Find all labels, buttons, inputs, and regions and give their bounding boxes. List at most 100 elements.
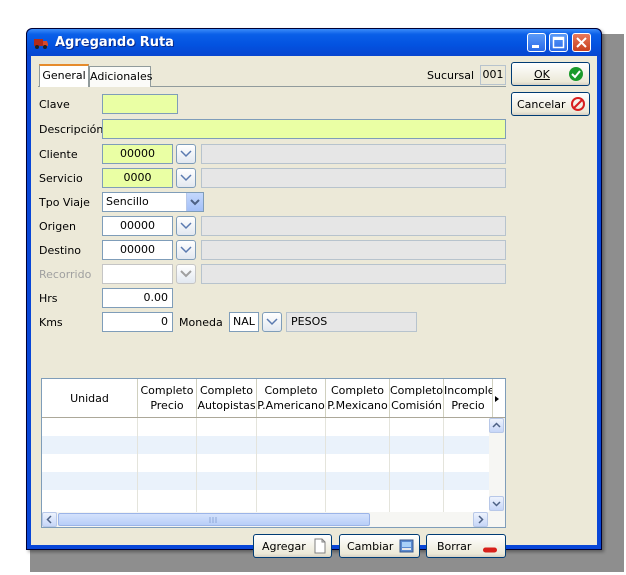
cambiar-button-label: Cambiar [347,540,394,553]
recorrido-input [102,264,173,284]
column-header-label: Unidad [70,392,109,405]
new-document-icon [313,538,327,557]
column-header-sublabel: Precio [150,399,184,412]
tpo-viaje-label: Tpo Viaje [39,196,90,209]
table-row[interactable] [42,418,489,436]
destino-description [201,240,506,260]
recorrido-description [201,264,506,284]
tab-general[interactable]: General [39,64,89,87]
servicio-input[interactable]: 0000 [102,168,173,188]
column-header-completo-comision[interactable]: Completo Comisión [390,379,444,417]
column-header-completo-precio[interactable]: Completo Precio [138,379,197,417]
moneda-input[interactable]: NAL [229,312,259,332]
grid-divider [137,418,138,512]
column-header-label: Completo [264,384,318,397]
column-header-label: Incomple [444,384,493,397]
kms-input[interactable]: 0 [102,312,173,332]
title-bar[interactable]: Agregando Ruta [27,29,601,56]
servicio-lookup-button[interactable] [176,168,196,188]
origen-input[interactable]: 00000 [102,216,173,236]
grid-divider [389,418,390,512]
dropdown-arrow-icon[interactable] [186,193,203,211]
destino-input[interactable]: 00000 [102,240,173,260]
clave-label: Clave [39,98,70,111]
rates-grid[interactable]: Unidad Completo Precio Completo Autopist… [41,378,506,528]
column-header-sublabel: Autopistas [197,399,256,412]
kms-label: Kms [39,316,63,329]
column-header-completo-pamericano[interactable]: Completo P.Americano [257,379,326,417]
column-header-unidad[interactable]: Unidad [42,379,138,417]
column-header-incompleto-precio[interactable]: Incomple Precio [444,379,493,417]
minimize-button[interactable] [527,33,546,52]
hrs-input[interactable]: 0.00 [102,288,173,308]
maximize-button[interactable] [549,33,568,52]
tpo-viaje-select[interactable]: Sencillo [102,192,204,212]
origen-lookup-button[interactable] [176,216,196,236]
grid-divider [196,418,197,512]
sucursal-value: 001 [480,65,506,85]
grid-divider [443,418,444,512]
borrar-button[interactable]: Borrar [426,534,506,558]
destino-lookup-button[interactable] [176,240,196,260]
clave-input[interactable] [102,94,178,114]
horizontal-scrollbar[interactable] [42,512,505,527]
column-header-label: Completo [331,384,384,397]
ok-button[interactable]: OK [511,62,590,86]
table-row[interactable] [42,490,489,512]
cambiar-button[interactable]: Cambiar [339,534,420,558]
column-header-sublabel: Precio [451,399,485,412]
column-header-completo-autopistas[interactable]: Completo Autopistas [197,379,257,417]
origen-description [201,216,506,236]
close-button[interactable] [572,33,591,52]
column-header-sublabel: P.Mexicano [327,399,388,412]
recorrido-lookup-button [176,264,196,284]
table-row[interactable] [42,472,489,490]
agregar-button[interactable]: Agregar [253,534,332,558]
column-header-label: Completo [200,384,253,397]
cliente-description [201,144,506,164]
scroll-right-button[interactable] [473,512,488,527]
hrs-label: Hrs [39,292,58,305]
column-header-sublabel: P.Americano [257,399,325,412]
servicio-description [201,168,506,188]
scroll-thumb[interactable] [58,513,370,526]
cliente-input[interactable]: 00000 [102,144,173,164]
borrar-button-label: Borrar [437,540,472,553]
servicio-label: Servicio [39,172,83,185]
column-header-label: Completo [140,384,194,397]
scroll-up-button[interactable] [489,418,504,433]
column-header-sublabel: Comisión [391,399,442,412]
moneda-description: PESOS [286,312,417,332]
descripcion-label: Descripción [39,123,104,136]
scroll-columns-right-icon[interactable] [493,393,501,406]
origen-label: Origen [39,220,76,233]
column-header-label: Completo [390,384,443,397]
delete-icon [482,543,498,556]
moneda-label: Moneda [179,316,223,329]
sucursal-label: Sucursal [427,69,475,82]
cliente-label: Cliente [39,148,78,161]
tpo-viaje-value: Sencillo [106,195,149,208]
check-icon [568,66,584,85]
column-header-completo-pmexicano[interactable]: Completo P.Mexicano [326,379,390,417]
tab-adicionales[interactable]: Adicionales [89,66,152,87]
scroll-left-button[interactable] [42,512,57,527]
dialog-body: General Adicionales Sucursal 001 OK Canc… [31,56,597,558]
cancel-icon [570,96,586,115]
vertical-scrollbar[interactable] [489,418,505,513]
moneda-lookup-button[interactable] [262,312,282,332]
cancelar-button[interactable]: Cancelar [511,92,590,116]
scroll-down-button[interactable] [489,496,504,511]
table-row[interactable] [42,454,489,472]
recorrido-label: Recorrido [39,268,92,281]
grid-divider [256,418,257,512]
table-row[interactable] [42,436,489,454]
descripcion-input[interactable] [102,119,506,139]
grid-divider [325,418,326,512]
destino-label: Destino [39,244,82,257]
agregar-button-label: Agregar [262,540,306,553]
window-title: Agregando Ruta [55,35,174,50]
cliente-lookup-button[interactable] [176,144,196,164]
dialog-window: Agregando Ruta General Adicionales Sucur… [26,28,602,558]
app-icon [33,35,49,49]
